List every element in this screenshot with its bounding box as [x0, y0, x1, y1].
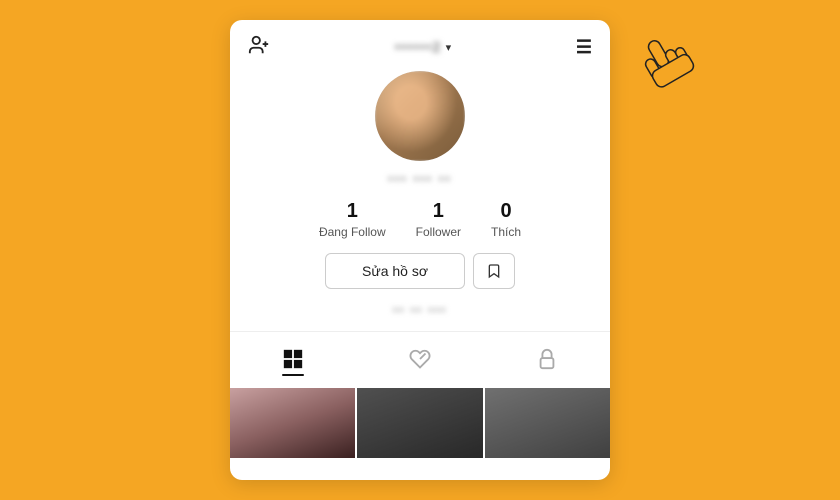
tab-liked[interactable] [389, 344, 451, 380]
stat-likes[interactable]: 0 Thích [491, 200, 521, 239]
username-text: ••••••2 [395, 39, 442, 56]
avatar-image [375, 71, 465, 161]
follower-label: Follower [416, 225, 461, 239]
menu-icon[interactable]: ☰ [576, 37, 592, 58]
action-row: Sửa hồ sơ [325, 253, 515, 289]
likes-count: 0 [500, 200, 511, 223]
phone-frame: ••••••2 ▾ ☰ ••• ••• •• 1 Đang Follow 1 F… [230, 20, 610, 480]
avatar [375, 71, 465, 161]
grid-icon [282, 348, 304, 370]
thumb-image-2 [357, 388, 482, 458]
profile-name: ••• ••• •• [388, 171, 452, 186]
lock-icon [536, 348, 558, 370]
cursor-hand [630, 30, 700, 100]
content-thumb-1[interactable] [230, 388, 355, 458]
add-user-icon[interactable] [248, 34, 270, 61]
tab-active-indicator [282, 374, 304, 376]
following-count: 1 [347, 200, 358, 223]
likes-label: Thích [491, 225, 521, 239]
stats-row: 1 Đang Follow 1 Follower 0 Thích [319, 200, 521, 239]
thumb-image-3 [485, 388, 610, 458]
username-area[interactable]: ••••••2 ▾ [395, 39, 451, 56]
follower-count: 1 [433, 200, 444, 223]
content-strip [230, 388, 610, 458]
stat-follower[interactable]: 1 Follower [416, 200, 461, 239]
tab-bar [230, 331, 610, 388]
top-bar: ••••••2 ▾ ☰ [230, 20, 610, 71]
content-thumb-2[interactable] [357, 388, 482, 458]
edit-profile-button[interactable]: Sửa hồ sơ [325, 253, 465, 289]
chevron-down-icon: ▾ [446, 41, 452, 54]
tab-private[interactable] [516, 344, 578, 380]
content-thumb-3[interactable] [485, 388, 610, 458]
bookmark-icon [486, 262, 502, 280]
bio-text: •• •• ••• [393, 303, 447, 317]
following-label: Đang Follow [319, 225, 386, 239]
tab-grid[interactable] [262, 344, 324, 380]
bookmark-button[interactable] [473, 253, 515, 289]
heart-icon [409, 348, 431, 370]
profile-section: ••• ••• •• 1 Đang Follow 1 Follower 0 Th… [230, 71, 610, 331]
thumb-image-1 [230, 388, 355, 458]
stat-following[interactable]: 1 Đang Follow [319, 200, 386, 239]
